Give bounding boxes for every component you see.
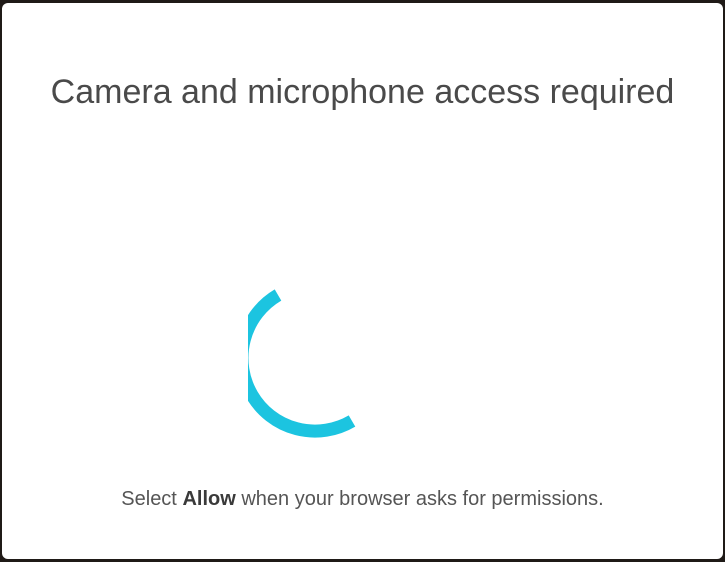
permission-dialog: Camera and microphone access required Se…: [2, 3, 723, 559]
allow-keyword: Allow: [182, 488, 236, 510]
permission-instruction: Select Allow when your browser asks for …: [2, 485, 723, 513]
instruction-suffix: when your browser asks for permissions.: [235, 488, 604, 510]
instruction-prefix: Select: [121, 488, 183, 510]
dialog-title: Camera and microphone access required: [50, 73, 675, 111]
loading-spinner-icon: [248, 289, 356, 438]
